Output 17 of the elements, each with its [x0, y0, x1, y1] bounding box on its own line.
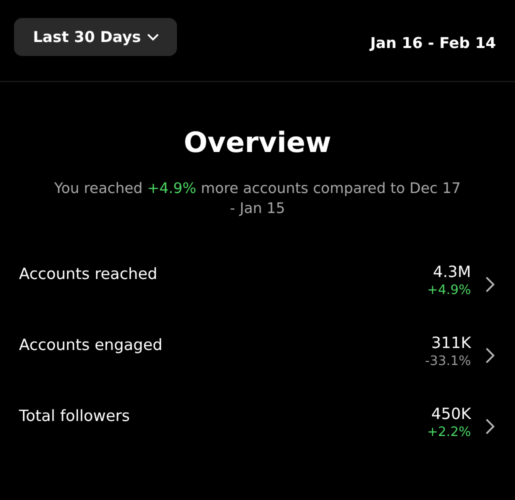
chevron-right-icon[interactable] — [485, 418, 495, 435]
metric-change: +2.2% — [427, 425, 471, 440]
overview-title: Overview — [182, 126, 332, 159]
summary-text: You reached +4.9% more accounts compared to Dec 17 - Jan 15 — [53, 180, 462, 219]
date-range-text: Jan 16 - Feb 14 — [370, 34, 496, 52]
metric-change: +4.9% — [427, 283, 471, 298]
metric-value: 4.3M — [432, 263, 471, 281]
chevron-down-icon — [146, 32, 159, 40]
metric-label: Total followers — [19, 407, 131, 425]
metric-value: 311K — [431, 334, 471, 352]
metric-change: -33.1% — [425, 354, 471, 369]
metric-label: Accounts reached — [19, 265, 158, 283]
metric-label: Accounts engaged — [19, 336, 164, 354]
metric-value: 450K — [431, 405, 471, 423]
chevron-right-icon[interactable] — [485, 347, 495, 364]
chevron-right-icon[interactable] — [485, 276, 495, 293]
date-range-dropdown[interactable]: Last 30 Days — [14, 18, 177, 56]
